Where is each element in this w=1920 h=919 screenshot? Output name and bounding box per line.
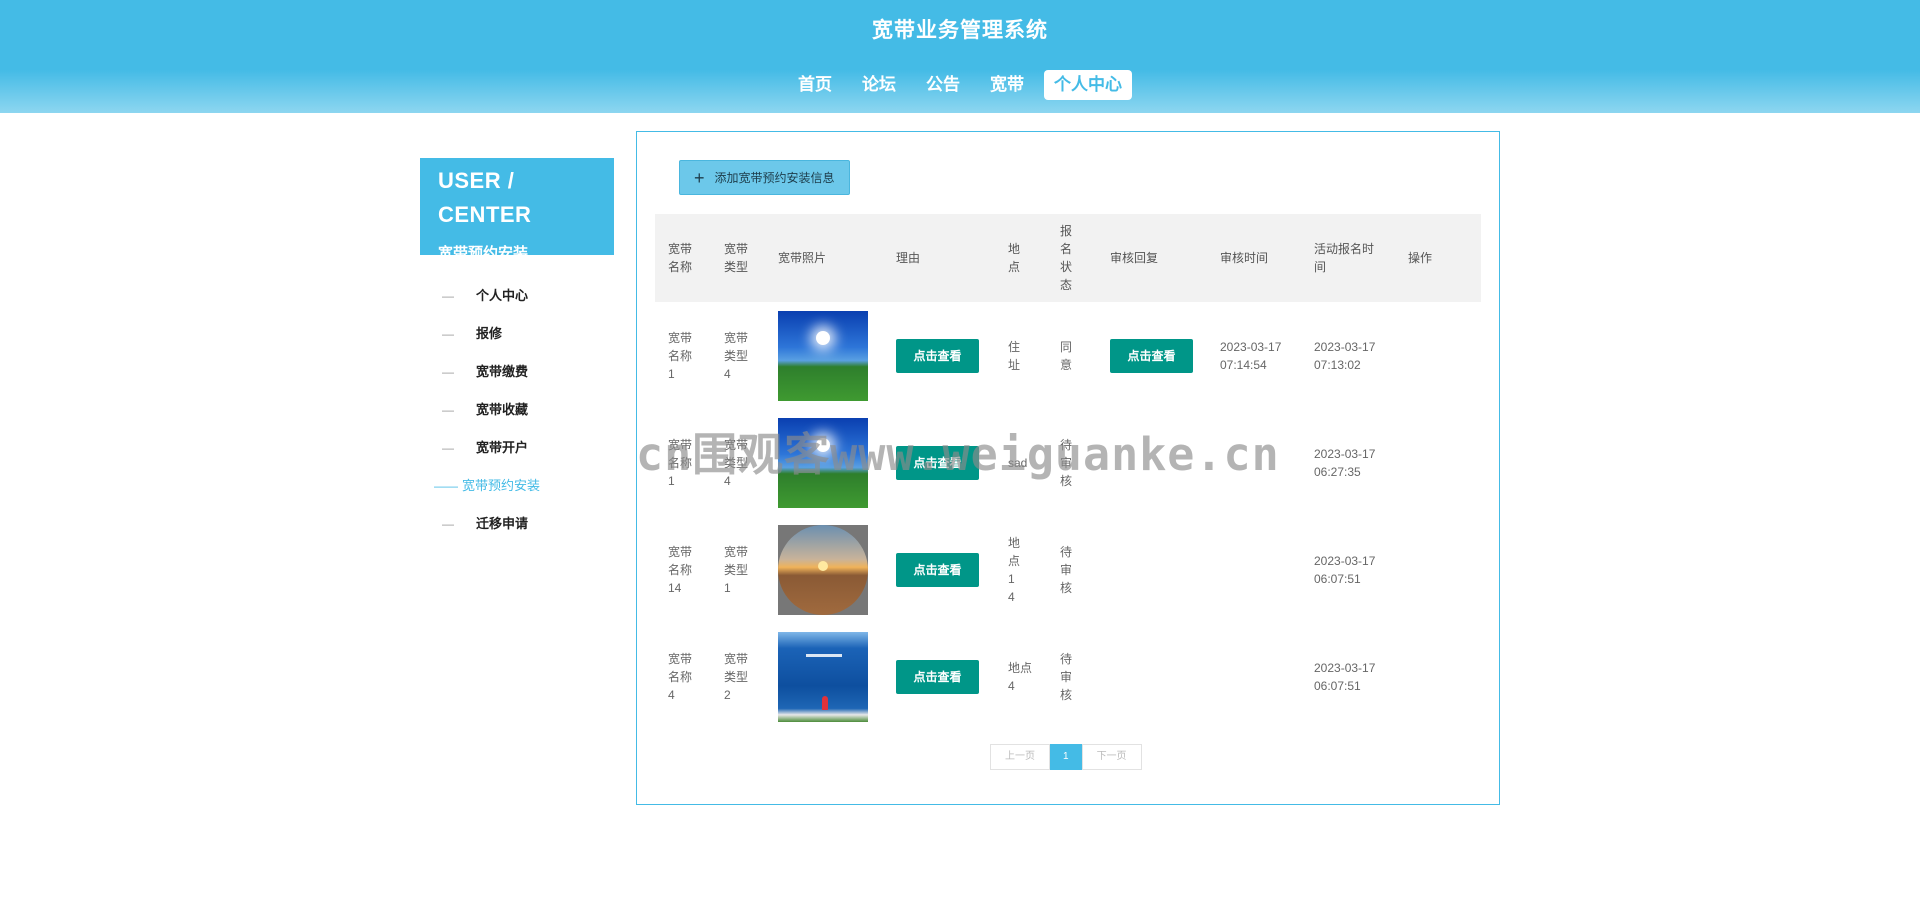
next-page-button[interactable]: 下一页 <box>1081 744 1142 770</box>
sidebar-item-migration[interactable]: — 迁移申请 <box>420 505 614 543</box>
dash-icon: —— <box>434 479 458 493</box>
cell-ops <box>1395 302 1481 409</box>
cell-review-time: 2023-03-17 07:14:54 <box>1220 339 1282 372</box>
dash-icon: — <box>442 289 454 303</box>
sidebar: USER / CENTER 宽带预约安装 — 个人中心 — 报修 — 宽带缴费 — 宽带… <box>420 158 614 543</box>
col-photo: 宽带照片 <box>765 214 883 302</box>
col-type: 宽带类型 <box>711 214 765 302</box>
nav-broadband[interactable]: 宽带 <box>980 70 1034 100</box>
col-apply-time: 活动报名时间 <box>1301 214 1395 302</box>
cell-name: 宽带名称4 <box>668 651 693 702</box>
cell-name: 宽带名称1 <box>668 330 693 381</box>
cell-apply-time: 2023-03-17 07:13:02 <box>1314 339 1376 372</box>
col-reply: 审核回复 <box>1097 214 1207 302</box>
cell-place: 地点14 <box>1008 535 1021 604</box>
sidebar-item-label: 个人中心 <box>476 288 529 303</box>
cell-place: 地点4 <box>1008 660 1033 693</box>
sidebar-item-payment[interactable]: — 宽带缴费 <box>420 353 614 391</box>
pagination: 上一页 1 下一页 <box>990 744 1142 770</box>
broadband-photo[interactable] <box>778 524 868 615</box>
sidebar-item-label: 宽带缴费 <box>476 364 529 379</box>
cell-reply <box>1097 516 1207 623</box>
watermark: cn围观客www.weiguanke.cn <box>636 428 1280 481</box>
nav-notice[interactable]: 公告 <box>916 70 970 100</box>
cell-photo <box>765 623 883 730</box>
cell-reply <box>1097 623 1207 730</box>
sidebar-header: USER / CENTER 宽带预约安装 <box>420 158 614 262</box>
cell-status: 同意 <box>1060 339 1073 372</box>
col-reason: 理由 <box>883 214 995 302</box>
page-1-button[interactable]: 1 <box>1050 744 1082 770</box>
cell-apply-time: 2023-03-17 06:07:51 <box>1314 553 1376 586</box>
cell-reason: 点击查看 <box>883 302 995 409</box>
cell-reason: 点击查看 <box>883 516 995 623</box>
cell-ops <box>1395 516 1481 623</box>
cell-type: 宽带类型2 <box>724 651 749 702</box>
dash-icon: — <box>442 517 454 531</box>
col-name: 宽带名称 <box>655 214 711 302</box>
col-status: 报名状态 <box>1047 214 1097 302</box>
table-row: 宽带名称4 宽带类型2 点击查看 地点4 待审核 2023-03-17 06:0… <box>655 623 1481 730</box>
sidebar-item-label: 宽带开户 <box>476 440 529 455</box>
broadband-photo[interactable] <box>778 310 868 401</box>
cell-apply-time: 2023-03-17 06:27:35 <box>1314 446 1376 479</box>
nav-home[interactable]: 首页 <box>788 70 842 100</box>
cell-ops <box>1395 409 1481 516</box>
sidebar-item-user-center[interactable]: — 个人中心 <box>420 277 614 315</box>
sidebar-item-favorites[interactable]: — 宽带收藏 <box>420 391 614 429</box>
dash-icon: — <box>442 403 454 417</box>
dash-icon: — <box>442 441 454 455</box>
cell-apply-time: 2023-03-17 06:07:51 <box>1314 660 1376 693</box>
table-header-row: 宽带名称 宽带类型 宽带照片 理由 地点 报名状态 审核回复 审核时间 活动报名… <box>655 214 1481 302</box>
add-booking-button[interactable]: + 添加宽带预约安装信息 <box>679 160 850 195</box>
nav-user-center[interactable]: 个人中心 <box>1044 70 1132 100</box>
main-nav: 首页 论坛 公告 宽带 个人中心 <box>0 70 1920 100</box>
view-reason-button[interactable]: 点击查看 <box>896 338 979 373</box>
view-reply-button[interactable]: 点击查看 <box>1110 338 1193 373</box>
sidebar-item-label: 宽带预约安装 <box>462 478 541 493</box>
nav-forum[interactable]: 论坛 <box>852 70 906 100</box>
sidebar-item-install-booking[interactable]: —— 宽带预约安装 <box>420 467 614 505</box>
cell-type: 宽带类型1 <box>724 544 749 595</box>
cell-photo <box>765 302 883 409</box>
sidebar-menu: — 个人中心 — 报修 — 宽带缴费 — 宽带收藏 — 宽带开户 —— 宽带预约安装 — 迁移… <box>420 277 614 543</box>
cell-photo <box>765 516 883 623</box>
dash-icon: — <box>442 365 454 379</box>
sidebar-title-en: USER / CENTER <box>438 168 532 227</box>
cell-status: 待审核 <box>1060 544 1073 595</box>
sidebar-item-label: 宽带收藏 <box>476 402 529 417</box>
table-row: 宽带名称1 宽带类型4 点击查看 住址 同意 点击查看 2023-03-17 0… <box>655 302 1481 409</box>
site-title: 宽带业务管理系统 <box>872 19 1048 42</box>
cell-type: 宽带类型4 <box>724 330 749 381</box>
view-reason-button[interactable]: 点击查看 <box>896 659 979 694</box>
sidebar-item-repair[interactable]: — 报修 <box>420 315 614 353</box>
cell-reply: 点击查看 <box>1097 302 1207 409</box>
broadband-photo[interactable] <box>778 631 868 722</box>
col-place: 地点 <box>995 214 1047 302</box>
sidebar-item-label: 迁移申请 <box>476 516 529 531</box>
col-review-time: 审核时间 <box>1207 214 1301 302</box>
cell-name: 宽带名称14 <box>668 544 693 595</box>
cell-review-time <box>1207 623 1301 730</box>
dash-icon: — <box>442 327 454 341</box>
view-reason-button[interactable]: 点击查看 <box>896 552 979 587</box>
prev-page-button[interactable]: 上一页 <box>990 744 1050 770</box>
table-row: 宽带名称14 宽带类型1 点击查看 地点14 待审核 2023-03-17 06… <box>655 516 1481 623</box>
cell-review-time <box>1207 516 1301 623</box>
cell-reason: 点击查看 <box>883 623 995 730</box>
sidebar-title-cn: 宽带预约安装 <box>438 245 529 262</box>
cell-ops <box>1395 623 1481 730</box>
cell-place: 住址 <box>1008 339 1021 372</box>
add-booking-label: 添加宽带预约安装信息 <box>714 171 835 185</box>
col-ops: 操作 <box>1395 214 1481 302</box>
top-header: 宽带业务管理系统 首页 论坛 公告 宽带 个人中心 <box>0 0 1920 113</box>
plus-icon: + <box>694 167 705 188</box>
sidebar-item-open-account[interactable]: — 宽带开户 <box>420 429 614 467</box>
sidebar-item-label: 报修 <box>476 326 503 341</box>
cell-status: 待审核 <box>1060 651 1073 702</box>
